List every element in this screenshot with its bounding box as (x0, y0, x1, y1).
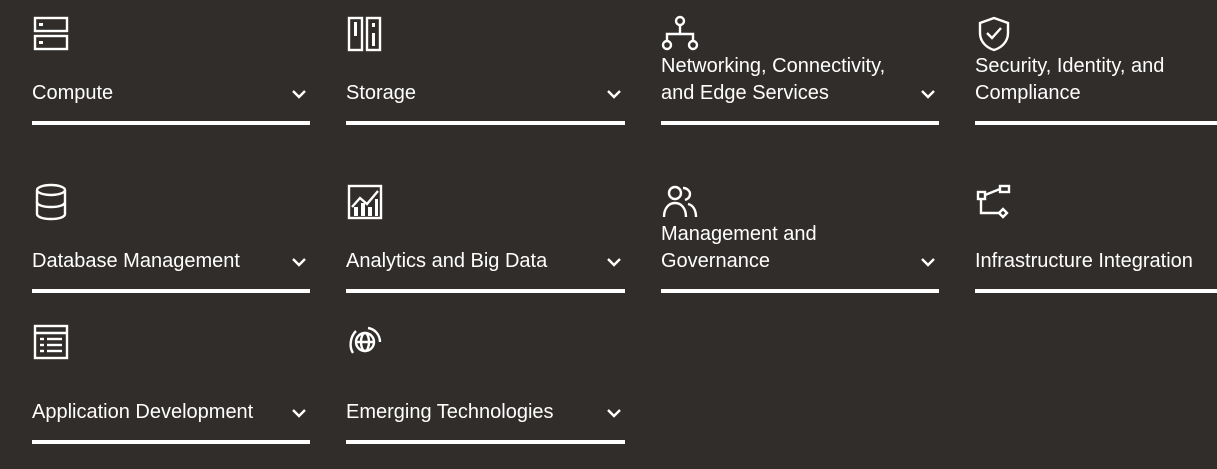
underline-divider (346, 440, 625, 444)
underline-divider (32, 440, 310, 444)
category-label: Compute (32, 82, 114, 104)
chevron-down-icon (290, 253, 308, 271)
category-storage[interactable]: Storage (346, 3, 625, 125)
category-label: Security, Identity, and Compliance (975, 55, 1165, 104)
category-label: Analytics and Big Data (346, 250, 548, 272)
category-label: Application Development (32, 401, 254, 423)
category-label: Infrastructure Integration (975, 250, 1193, 272)
network-icon (661, 15, 699, 53)
shield-check-icon (975, 15, 1013, 53)
underline-divider (661, 289, 939, 293)
underline-divider (346, 121, 625, 125)
underline-divider (32, 121, 310, 125)
category-label: Networking, Connectivity, and Edge Servi… (661, 55, 886, 104)
chevron-down-icon (919, 85, 937, 103)
chevron-down-icon (605, 253, 623, 271)
category-label: Emerging Technologies (346, 401, 554, 423)
category-label: Management and Governance (661, 223, 817, 272)
category-compute[interactable]: Compute (32, 3, 310, 125)
category-database[interactable]: Database Management (32, 171, 310, 293)
category-label: Database Management (32, 250, 240, 272)
category-label: Storage (346, 82, 417, 104)
storage-icon (346, 15, 384, 53)
server-icon (32, 15, 70, 53)
underline-divider (346, 289, 625, 293)
chevron-down-icon (605, 85, 623, 103)
category-management[interactable]: Management and Governance (661, 171, 939, 293)
chevron-down-icon (290, 404, 308, 422)
category-security[interactable]: Security, Identity, and Compliance (975, 3, 1217, 125)
category-emerging-technologies[interactable]: Emerging Technologies (346, 311, 625, 444)
category-infrastructure-integration[interactable]: Infrastructure Integration (975, 171, 1217, 293)
app-window-icon (32, 323, 70, 361)
chevron-down-icon (919, 253, 937, 271)
chevron-down-icon (290, 85, 308, 103)
underline-divider (975, 121, 1217, 125)
globe-orbit-icon (346, 323, 384, 361)
database-icon (32, 183, 70, 221)
underline-divider (975, 289, 1217, 293)
underline-divider (32, 289, 310, 293)
integration-icon (975, 183, 1013, 221)
users-icon (661, 183, 699, 221)
category-application-development[interactable]: Application Development (32, 311, 310, 444)
underline-divider (661, 121, 939, 125)
category-analytics[interactable]: Analytics and Big Data (346, 171, 625, 293)
category-networking[interactable]: Networking, Connectivity, and Edge Servi… (661, 3, 939, 125)
analytics-chart-icon (346, 183, 384, 221)
chevron-down-icon (605, 404, 623, 422)
product-category-grid: Compute Storage Networking, Connectivity… (0, 0, 1217, 469)
